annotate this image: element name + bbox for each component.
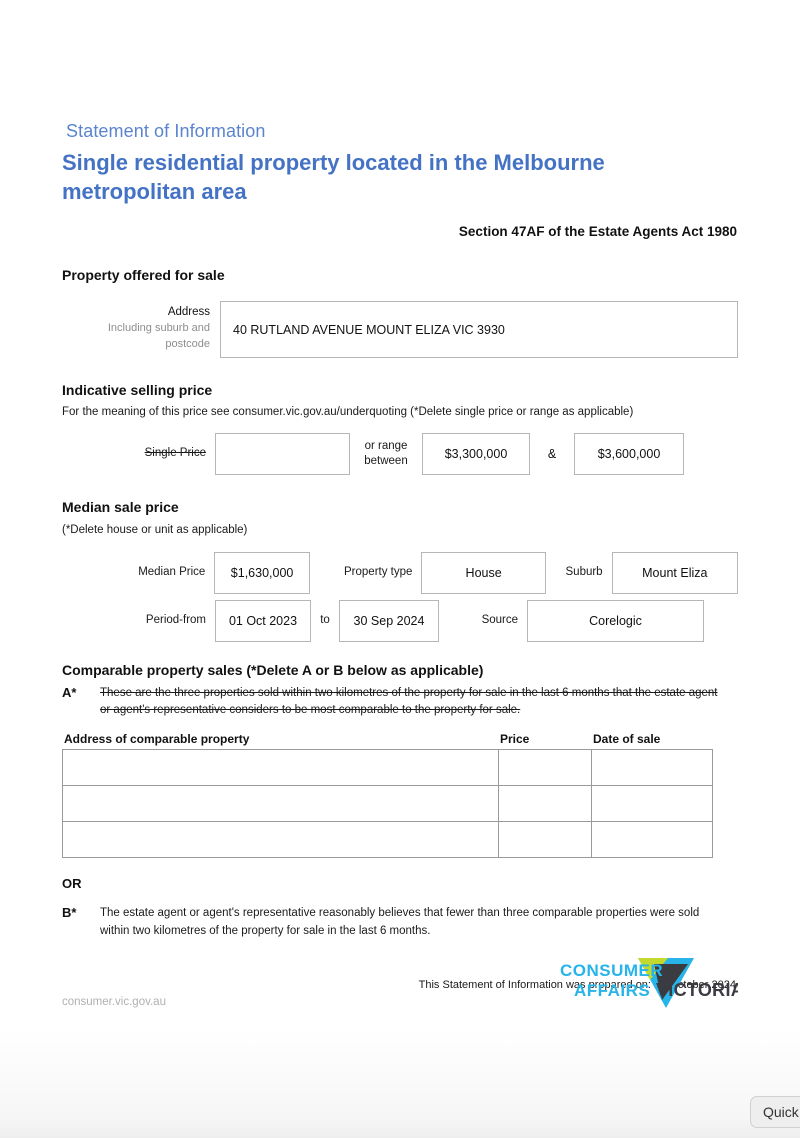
table-row (62, 749, 713, 787)
svg-text:VICTORIA: VICTORIA (656, 980, 738, 1000)
ampersand-separator: & (547, 447, 557, 462)
address-field-row: Address Including suburb and postcode 40… (62, 301, 738, 358)
address-label-group: Address Including suburb and postcode (62, 301, 220, 358)
column-header-date-of-sale: Date of sale (593, 732, 661, 747)
cell-address[interactable] (62, 785, 499, 823)
svg-text:CONSUMER: CONSUMER (560, 961, 663, 980)
or-range-between-label: or range between (364, 440, 408, 468)
table-row (62, 821, 713, 859)
source-input[interactable]: Corelogic (527, 599, 704, 642)
column-header-address: Address of comparable property (64, 732, 250, 747)
cell-address[interactable] (62, 821, 499, 859)
option-b-marker: B* (62, 905, 77, 921)
consumer-affairs-victoria-logo: CONSUMER AFFAIRS VICTORIA (546, 950, 738, 1012)
bottom-fade-overlay (0, 1028, 800, 1138)
logo-icon: CONSUMER AFFAIRS VICTORIA (560, 958, 738, 1008)
cell-date-of-sale[interactable] (591, 749, 713, 787)
section-heading-indicative-price: Indicative selling price (62, 382, 213, 398)
median-price-subheading: (*Delete house or unit as applicable) (62, 524, 248, 537)
median-price-label: Median Price (138, 565, 206, 578)
option-b-text: The estate agent or agent's representati… (100, 907, 700, 937)
cell-date-of-sale[interactable] (591, 821, 713, 859)
section-heading-property-offered: Property offered for sale (62, 267, 225, 283)
column-header-price: Price (500, 732, 530, 747)
range-high-input[interactable]: $3,600,000 (574, 433, 684, 476)
document-page: Statement of Information Single resident… (0, 0, 800, 1138)
act-reference: Section 47AF of the Estate Agents Act 19… (458, 224, 737, 239)
table-row (62, 785, 713, 823)
section-heading-comparable-sales: Comparable property sales (*Delete A or … (62, 661, 484, 678)
median-price-input[interactable]: $1,630,000 (214, 551, 310, 594)
footer-url: consumer.vic.gov.au (62, 996, 166, 1008)
median-price-row: Median Price $1,630,000 Property type Ho… (62, 551, 738, 594)
period-from-input[interactable]: 01 Oct 2023 (215, 599, 311, 642)
address-sublabel: Including suburb and postcode (107, 321, 210, 350)
address-label: Address (167, 306, 210, 318)
comparable-table-header: Address of comparable property Price Dat… (62, 732, 738, 746)
address-input[interactable]: 40 RUTLAND AVENUE MOUNT ELIZA VIC 3930 (220, 301, 738, 358)
property-type-label: Property type (344, 565, 413, 578)
cell-price[interactable] (498, 821, 592, 859)
option-a-marker: A* (62, 684, 77, 700)
cell-price[interactable] (498, 749, 592, 787)
single-price-label: Single Price (144, 447, 206, 460)
single-price-input[interactable] (215, 433, 350, 476)
property-type-input[interactable]: House (421, 551, 546, 594)
option-a-text: These are the three properties sold with… (100, 686, 718, 717)
cell-address[interactable] (62, 749, 499, 787)
option-a-row: A* These are the three properties sold w… (62, 685, 738, 721)
page-footer: consumer.vic.gov.au CONSUMER AFFAIRS VIC… (62, 950, 738, 1012)
section-heading-median-price: Median sale price (62, 499, 179, 516)
suburb-label: Suburb (565, 565, 603, 578)
statement-of-information-document: Statement of Information Single resident… (0, 0, 800, 991)
period-to-input[interactable]: 30 Sep 2024 (339, 599, 439, 642)
page-eyebrow: Statement of Information (66, 121, 266, 141)
page-title: Single residential property located in t… (62, 149, 605, 204)
suburb-input[interactable]: Mount Eliza (611, 551, 738, 594)
cell-price[interactable] (498, 785, 592, 823)
period-to-separator-label: to (320, 614, 330, 627)
indicative-price-subheading: For the meaning of this price see consum… (62, 406, 634, 418)
svg-text:AFFAIRS: AFFAIRS (574, 981, 650, 1000)
cell-date-of-sale[interactable] (591, 785, 713, 823)
comparable-sales-table (62, 749, 713, 859)
option-b-row: B* The estate agent or agent's represent… (62, 905, 738, 941)
median-period-row: Period-from 01 Oct 2023 to 30 Sep 2024 S… (62, 599, 738, 642)
or-separator-label: OR (62, 876, 82, 892)
quick-action-button[interactable]: Quick (750, 1096, 800, 1128)
source-label: Source (481, 613, 518, 626)
range-low-input[interactable]: $3,300,000 (422, 433, 530, 476)
indicative-price-row: Single Price or range between $3,300,000… (62, 433, 738, 476)
period-from-label: Period-from (145, 613, 206, 626)
